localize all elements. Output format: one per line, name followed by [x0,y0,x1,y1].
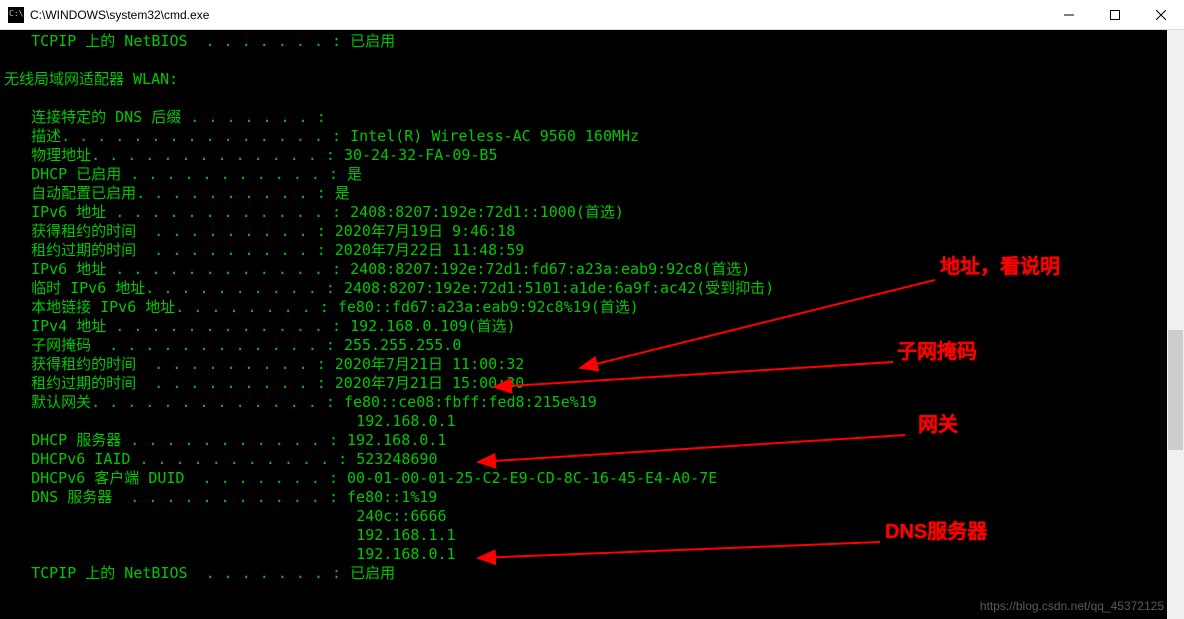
terminal-output: TCPIP 上的 NetBIOS . . . . . . . : 已启用 无线局… [0,30,1184,585]
watermark-text: https://blog.csdn.net/qq_45372125 [980,599,1164,613]
annotation-address: 地址，看说明 [940,250,1060,279]
titlebar-left: C:\WINDOWS\system32\cmd.exe [0,7,209,23]
maximize-button[interactable] [1092,0,1138,30]
vertical-scrollbar[interactable] [1167,30,1184,619]
window-titlebar: C:\WINDOWS\system32\cmd.exe [0,0,1184,30]
annotation-gateway: 网关 [918,408,958,437]
window-controls [1046,0,1184,30]
window-title: C:\WINDOWS\system32\cmd.exe [30,8,209,22]
minimize-button[interactable] [1046,0,1092,30]
close-button[interactable] [1138,0,1184,30]
annotation-dns: DNS服务器 [885,515,987,544]
cmd-icon [8,7,24,23]
terminal-area[interactable]: TCPIP 上的 NetBIOS . . . . . . . : 已启用 无线局… [0,30,1184,619]
annotation-mask: 子网掩码 [897,335,977,364]
scrollbar-thumb[interactable] [1168,330,1183,450]
